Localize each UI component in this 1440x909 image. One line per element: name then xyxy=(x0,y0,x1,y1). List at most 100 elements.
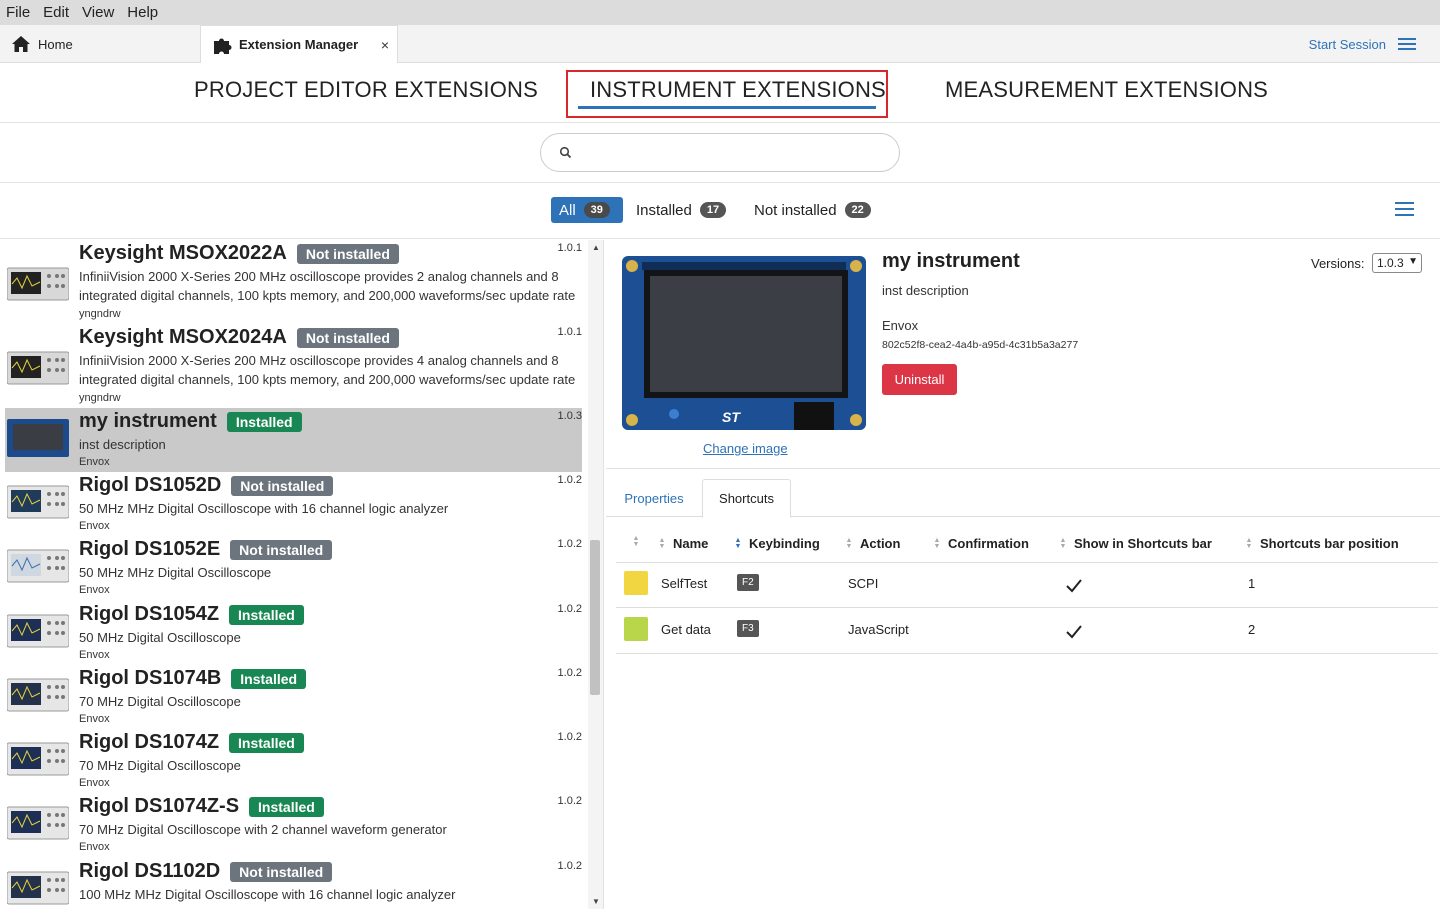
home-icon xyxy=(10,34,32,54)
status-badge: Installed xyxy=(249,796,324,817)
filter-installed-label: Installed xyxy=(636,201,692,219)
extension-description: InfiniiVision 2000 X-Series 200 MHz osci… xyxy=(79,353,576,387)
filter-installed-button[interactable]: Installed 17 xyxy=(636,197,727,223)
extension-description: 50 MHz Digital Oscilloscope xyxy=(79,630,241,645)
menu-file[interactable]: File xyxy=(6,4,30,21)
extension-name: my instrument Installed xyxy=(79,410,302,433)
start-session-link[interactable]: Start Session xyxy=(1309,37,1386,52)
chevron-down-icon: ▼ xyxy=(1408,256,1418,267)
tab-measurement-extensions[interactable]: MEASUREMENT EXTENSIONS xyxy=(945,77,1268,103)
sort-icon: ▲ ▼ xyxy=(632,535,640,548)
list-item[interactable]: Rigol DS1052D Not installed 1.0.2 50 MHz … xyxy=(5,472,582,536)
list-item[interactable]: Rigol DS1074Z-S Installed 1.0.2 70 MHz Di… xyxy=(5,793,582,857)
extension-name: Rigol DS1054Z Installed xyxy=(79,603,304,626)
tab-home-label: Home xyxy=(38,36,73,52)
version-selected: 1.0.3 xyxy=(1377,256,1404,270)
versions-label: Versions: xyxy=(1311,256,1365,271)
column-header-action[interactable]: ▲ ▼ Action xyxy=(845,536,901,551)
tab-properties[interactable]: Properties xyxy=(610,479,698,517)
color-swatch[interactable] xyxy=(624,617,648,641)
oscilloscope-thumbnail xyxy=(7,742,69,776)
sort-icon: ▲ ▼ xyxy=(845,536,853,550)
extension-version: 1.0.2 xyxy=(557,474,582,486)
search-input[interactable] xyxy=(540,133,900,172)
column-header-keybinding[interactable]: ▲ ▼ Keybinding xyxy=(734,536,820,551)
sort-icon: ▲ ▼ xyxy=(658,536,666,550)
extension-version: 1.0.2 xyxy=(557,731,582,743)
extension-author: yngndrw xyxy=(79,392,121,404)
extension-version: 1.0.2 xyxy=(557,538,582,550)
extension-author: yngndrw xyxy=(79,308,121,320)
scroll-up-icon[interactable]: ▲ xyxy=(592,243,600,252)
status-badge: Installed xyxy=(226,411,302,432)
view-menu-icon[interactable] xyxy=(1395,202,1414,216)
version-select[interactable]: 1.0.3 ▼ xyxy=(1372,253,1422,273)
oscilloscope-thumbnail xyxy=(7,485,69,519)
svg-text:ST: ST xyxy=(722,409,741,425)
list-item[interactable]: Keysight MSOX2024A Not installed 1.0.1 In… xyxy=(5,324,582,408)
table-row[interactable]: Get data F3 JavaScript 2 xyxy=(616,608,1438,654)
shortcut-name: Get data xyxy=(661,622,711,637)
list-item[interactable]: Rigol DS1074B Installed 1.0.2 70 MHz Digi… xyxy=(5,665,582,729)
status-badge: Not installed xyxy=(296,243,399,264)
extension-description: 50 MHz MHz Digital Oscilloscope with 16 … xyxy=(79,501,449,516)
column-header-bar-position[interactable]: ▲ ▼ Shortcuts bar position xyxy=(1245,536,1399,551)
board-thumbnail xyxy=(7,419,69,457)
extension-name: Rigol DS1074Z-S Installed xyxy=(79,795,324,818)
status-badge: Not installed xyxy=(230,861,333,882)
tab-home[interactable]: Home xyxy=(10,25,200,63)
filter-not-installed-count: 22 xyxy=(844,202,871,218)
tab-project-editor-extensions[interactable]: PROJECT EDITOR EXTENSIONS xyxy=(194,77,538,103)
keybinding-badge: F3 xyxy=(737,620,759,637)
shortcut-action: JavaScript xyxy=(848,622,909,637)
extension-author: Envox xyxy=(79,520,110,532)
search-icon xyxy=(559,146,572,159)
list-item[interactable]: Rigol DS1102D Not installed 1.0.2 100 MHz… xyxy=(5,858,582,909)
table-row[interactable]: SelfTest F2 SCPI 1 xyxy=(616,562,1438,608)
extension-version: 1.0.1 xyxy=(557,326,582,338)
column-sort-color[interactable]: ▲ ▼ xyxy=(632,535,647,548)
tab-shortcuts[interactable]: Shortcuts xyxy=(702,479,791,518)
extension-version: 1.0.1 xyxy=(557,242,582,254)
filter-all-button[interactable]: All 39 xyxy=(551,197,623,223)
list-scrollbar[interactable]: ▲ ▼ xyxy=(588,240,604,909)
column-header-show-in-bar[interactable]: ▲ ▼ Show in Shortcuts bar xyxy=(1059,536,1212,551)
change-image-link[interactable]: Change image xyxy=(703,441,788,456)
scrollbar-thumb[interactable] xyxy=(590,540,600,695)
extension-version: 1.0.2 xyxy=(557,667,582,679)
extension-name: Rigol DS1102D Not installed xyxy=(79,860,333,883)
filter-not-installed-button[interactable]: Not installed 22 xyxy=(754,197,871,223)
menu-help[interactable]: Help xyxy=(127,4,158,21)
extension-author: Envox xyxy=(79,713,110,725)
extension-description: inst description xyxy=(79,437,166,452)
search-area xyxy=(0,123,1440,183)
extension-description: 70 MHz Digital Oscilloscope xyxy=(79,758,241,773)
sort-icon: ▲ ▼ xyxy=(933,536,941,550)
list-item[interactable]: Rigol DS1054Z Installed 1.0.2 50 MHz Digi… xyxy=(5,601,582,665)
menu-view[interactable]: View xyxy=(82,4,114,21)
oscilloscope-thumbnail xyxy=(7,267,69,301)
list-item-selected[interactable]: my instrument Installed 1.0.3 inst descri… xyxy=(5,408,582,472)
oscilloscope-thumbnail xyxy=(7,678,69,712)
list-item[interactable]: Rigol DS1052E Not installed 1.0.2 50 MHz … xyxy=(5,536,582,600)
color-swatch[interactable] xyxy=(624,571,648,595)
highlight-box xyxy=(566,70,888,118)
list-item[interactable]: Rigol DS1074Z Installed 1.0.2 70 MHz Digi… xyxy=(5,729,582,793)
close-icon[interactable]: × xyxy=(381,37,389,53)
sort-icon: ▲ ▼ xyxy=(1059,536,1067,550)
menu-edit[interactable]: Edit xyxy=(43,4,69,21)
sort-icon: ▲ ▼ xyxy=(1245,536,1253,550)
column-header-confirmation[interactable]: ▲ ▼ Confirmation xyxy=(933,536,1029,551)
tab-extension-manager[interactable]: Extension Manager × xyxy=(200,25,398,63)
shortcut-position: 2 xyxy=(1248,622,1256,637)
status-badge: Installed xyxy=(229,604,304,625)
list-item[interactable]: Keysight MSOX2022A Not installed 1.0.1 In… xyxy=(5,240,582,324)
extension-author: Envox xyxy=(79,841,110,853)
uninstall-button[interactable]: Uninstall xyxy=(882,364,957,395)
session-menu-icon[interactable] xyxy=(1398,38,1416,51)
filter-all-count: 39 xyxy=(583,202,610,218)
extension-author: Envox xyxy=(79,777,110,789)
column-header-name[interactable]: ▲ ▼ Name xyxy=(658,536,709,551)
extension-author: Envox xyxy=(79,649,110,661)
scroll-down-icon[interactable]: ▼ xyxy=(592,897,600,906)
